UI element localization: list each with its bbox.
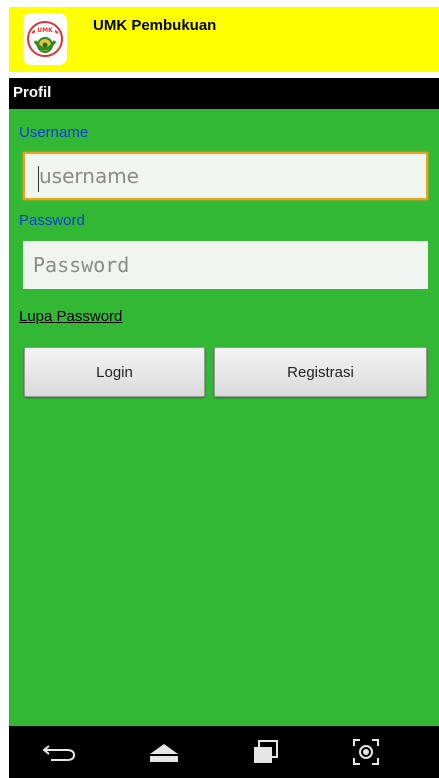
password-input[interactable] <box>23 241 428 289</box>
recent-apps-icon[interactable] <box>246 736 286 768</box>
app-header: UMK UMK Pembukuan <box>9 7 439 72</box>
home-icon[interactable] <box>144 736 184 768</box>
forgot-password-link[interactable]: Lupa Password <box>19 308 122 325</box>
login-button[interactable]: Login <box>24 347 205 397</box>
username-input[interactable] <box>23 152 428 200</box>
navigation-bar <box>9 726 439 778</box>
back-icon[interactable] <box>39 736 79 768</box>
password-label: Password <box>19 212 85 229</box>
svg-text:UMK: UMK <box>37 27 53 34</box>
app-title: UMK Pembukuan <box>93 17 217 34</box>
username-label: Username <box>19 124 89 141</box>
section-bar: Profil <box>9 78 439 109</box>
screenshot-icon[interactable] <box>346 736 386 768</box>
section-title: Profil <box>13 84 52 101</box>
login-form: Username Password Lupa Password Login Re… <box>9 109 439 726</box>
umk-logo-icon: UMK <box>23 13 67 65</box>
register-button[interactable]: Registrasi <box>214 347 427 397</box>
text-cursor <box>38 166 39 192</box>
